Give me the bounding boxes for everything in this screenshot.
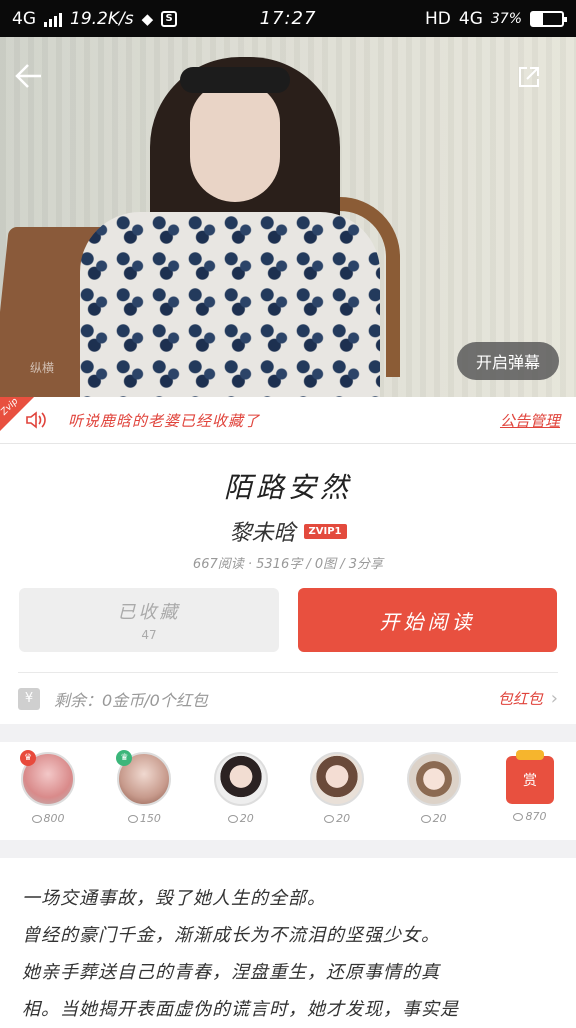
coin-icon bbox=[324, 814, 335, 823]
coin-icon bbox=[420, 814, 431, 823]
book-stats: 667阅读 · 5316字 / 0图 / 3分享 bbox=[192, 557, 384, 572]
fan-item[interactable]: ♛ 800 bbox=[20, 750, 76, 838]
book-description: 一场交通事故，毁了她人生的全部。 曾经的豪门千金，渐渐成长为不流泪的坚强少女。 … bbox=[22, 880, 542, 1028]
coin-icon bbox=[513, 812, 524, 821]
share-button[interactable] bbox=[506, 54, 552, 100]
start-reading-button[interactable]: 开始阅读 bbox=[298, 588, 557, 652]
fan-coin-count: 20 bbox=[336, 812, 351, 825]
blouse-shape bbox=[80, 212, 380, 397]
fan-coin-count: 150 bbox=[139, 812, 161, 825]
author-name[interactable]: 黎未晗 bbox=[229, 515, 295, 547]
hair-bow-shape bbox=[180, 67, 290, 93]
s-app-icon: S bbox=[161, 10, 178, 27]
net-speed: 19.2K/s bbox=[70, 8, 134, 29]
fan-item[interactable]: 20 bbox=[213, 752, 269, 838]
avatar bbox=[310, 752, 365, 806]
back-button[interactable] bbox=[6, 53, 52, 99]
section-divider bbox=[0, 724, 576, 742]
section-divider bbox=[0, 840, 576, 858]
avatar bbox=[213, 752, 268, 806]
avatar bbox=[406, 752, 461, 806]
crown-icon: ♛ bbox=[20, 750, 36, 766]
collected-count: 47 bbox=[141, 628, 157, 642]
fan-coin-count: 20 bbox=[239, 812, 254, 825]
description-line: 相。当她揭开表面虚伪的谎言时，她才发现，事实是 bbox=[22, 999, 459, 1020]
announcement-manage-link[interactable]: 公告管理 bbox=[500, 410, 560, 431]
network-label: 4G bbox=[12, 8, 36, 29]
network-label-right: 4G bbox=[458, 8, 483, 29]
fan-item[interactable]: 20 bbox=[406, 752, 462, 838]
description-line: 一场交通事故，毁了她人生的全部。 bbox=[22, 888, 326, 909]
chevron-right-icon: › bbox=[550, 688, 558, 709]
author-row: 黎未晗 ZVIP1 bbox=[0, 515, 576, 547]
qq-icon: ◆ bbox=[141, 9, 154, 28]
share-icon bbox=[519, 67, 539, 87]
coin-icon bbox=[127, 814, 138, 823]
coin-icon bbox=[227, 814, 238, 823]
status-bar: 4G 19.2K/s ◆ S 17:27 HD 4G 37% bbox=[0, 0, 576, 37]
fan-item[interactable]: ♛ 150 bbox=[116, 750, 172, 838]
collected-label: 已收藏 bbox=[117, 602, 181, 623]
fan-item[interactable]: 20 bbox=[309, 752, 365, 838]
red-packet-row[interactable]: 剩余：0金币/0个红包 包红包 › bbox=[18, 672, 558, 724]
wallet-icon bbox=[18, 687, 40, 710]
fans-list: ♛ 800 ♛ 150 20 20 20 赏 870 bbox=[0, 742, 576, 838]
reward-gift-icon: 赏 bbox=[505, 750, 554, 804]
hd-label: HD bbox=[425, 8, 451, 29]
coin-icon bbox=[31, 814, 42, 823]
face-shape bbox=[190, 82, 280, 202]
announcement-text: 听说鹿晗的老婆已经收藏了 bbox=[68, 411, 261, 430]
signal-icon bbox=[44, 11, 62, 27]
send-red-packet-link[interactable]: 包红包 bbox=[498, 688, 543, 709]
fan-coin-count: 20 bbox=[432, 812, 447, 825]
description-line: 她亲手葬送自己的青春，涅盘重生，还原事情的真 bbox=[22, 962, 440, 983]
reward-coin-count: 870 bbox=[525, 810, 547, 823]
reward-label: 赏 bbox=[522, 773, 537, 789]
reward-item[interactable]: 赏 870 bbox=[502, 750, 558, 838]
description-line: 曾经的豪门千金，渐渐成长为不流泪的坚强少女。 bbox=[22, 925, 440, 946]
danmu-toggle-button[interactable]: 开启弹幕 bbox=[457, 342, 559, 380]
arrow-left-icon bbox=[15, 64, 41, 88]
collected-button[interactable]: 已收藏 47 bbox=[19, 588, 279, 652]
watermark: 纵横 bbox=[30, 361, 55, 375]
notice-bar: 听说鹿晗的老婆已经收藏了 公告管理 bbox=[0, 397, 576, 444]
fan-coin-count: 800 bbox=[43, 812, 65, 825]
balance-text: 剩余：0金币/0个红包 bbox=[54, 690, 208, 710]
battery-percent: 37% bbox=[490, 10, 522, 27]
book-title: 陌路安然 bbox=[223, 471, 352, 504]
battery-icon bbox=[530, 10, 567, 27]
vip-level-badge: ZVIP1 bbox=[303, 523, 347, 539]
